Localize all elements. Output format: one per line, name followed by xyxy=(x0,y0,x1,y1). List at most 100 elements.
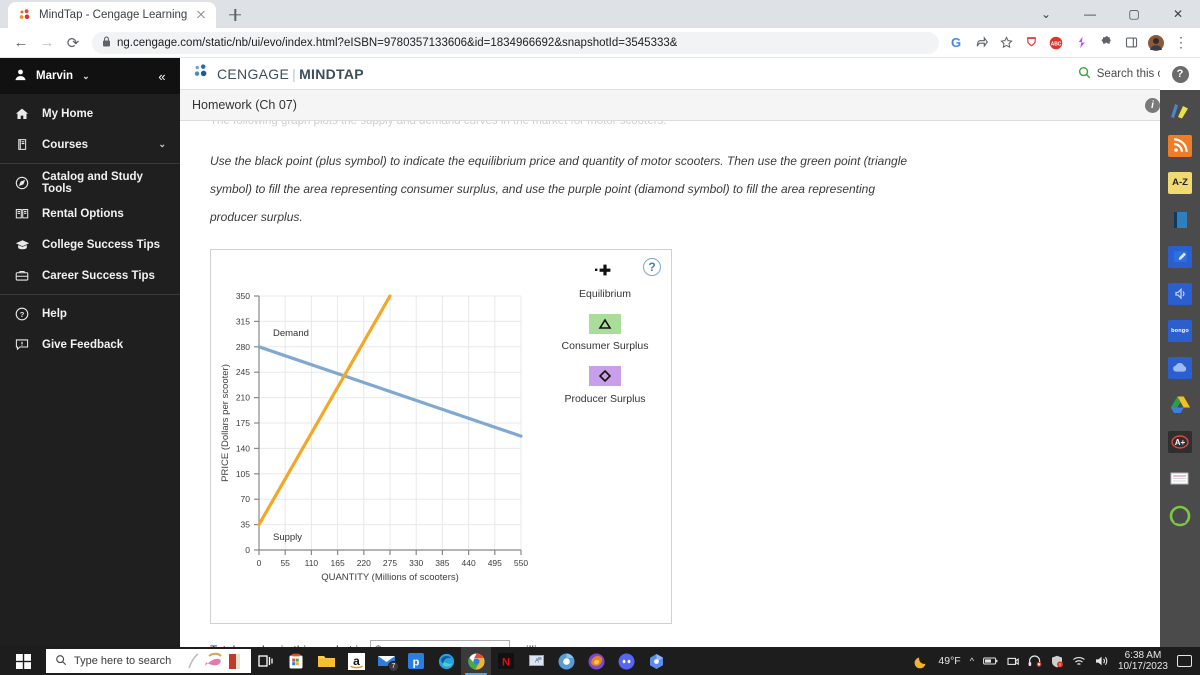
bongo-icon[interactable]: bongo xyxy=(1160,312,1200,349)
task-view-icon[interactable] xyxy=(251,647,281,675)
extensions-puzzle-icon[interactable] xyxy=(1095,32,1117,54)
sidebar-item-my-home[interactable]: My Home xyxy=(0,98,180,129)
remote-desktop-icon[interactable]: A xyxy=(521,647,551,675)
y-tick-175: 175 xyxy=(236,418,250,428)
assignment-document: The following graph plots the supply and… xyxy=(180,121,1180,647)
camera-icon[interactable] xyxy=(1007,655,1019,667)
clock-time: 6:38 AM xyxy=(1124,650,1162,661)
browser-tab[interactable]: MindTap - Cengage Learning xyxy=(8,2,217,28)
windows-taskbar: Type here to search a 7 p N A 49°F ^ ! 6… xyxy=(0,647,1200,675)
tab-close-icon[interactable] xyxy=(194,8,208,22)
x-axis-label: QUANTITY (Millions of scooters) xyxy=(321,572,459,583)
diamond-marker-icon[interactable] xyxy=(589,366,621,386)
y-tick-140: 140 xyxy=(236,443,250,453)
address-bar[interactable]: ng.cengage.com/static/nb/ui/evo/index.ht… xyxy=(92,31,939,54)
reload-icon[interactable]: ⟳ xyxy=(60,30,86,56)
back-arrow-icon[interactable]: ← xyxy=(8,30,34,56)
chromium-icon[interactable] xyxy=(551,647,581,675)
sidebar-item-career-success-tips[interactable]: Career Success Tips xyxy=(0,260,180,291)
side-panel-icon[interactable] xyxy=(1120,32,1142,54)
ebook-icon[interactable] xyxy=(1160,201,1200,238)
google-drive-icon[interactable] xyxy=(1160,386,1200,423)
rss-feed-icon[interactable] xyxy=(1160,127,1200,164)
compass-icon xyxy=(14,176,30,190)
legend-equilibrium[interactable]: Equilibrium xyxy=(541,260,669,300)
audio-reader-icon[interactable] xyxy=(1160,275,1200,312)
chevron-up-icon[interactable]: ^ xyxy=(970,656,974,666)
sidebar-item-catalog-and-study-tools[interactable]: Catalog and Study Tools xyxy=(0,167,180,198)
clock[interactable]: 6:38 AM 10/17/2023 xyxy=(1118,650,1168,672)
info-icon[interactable]: i xyxy=(1145,97,1160,113)
legend-consumer-surplus[interactable]: Consumer Surplus xyxy=(541,314,669,352)
minimize-icon[interactable]: — xyxy=(1068,0,1112,28)
y-tick-105: 105 xyxy=(236,469,250,479)
flashcards-icon[interactable] xyxy=(1160,460,1200,497)
taskbar-search-box[interactable]: Type here to search xyxy=(46,649,251,673)
legend-producer-surplus[interactable]: Producer Surplus xyxy=(541,366,669,405)
file-explorer-icon[interactable] xyxy=(311,647,341,675)
open-book-icon xyxy=(14,207,30,220)
sidebar-item-label: College Success Tips xyxy=(42,238,161,251)
rail-help-button[interactable]: ? xyxy=(1160,58,1200,90)
share-icon[interactable] xyxy=(970,32,992,54)
bookmark-star-icon[interactable] xyxy=(995,32,1017,54)
sidebar-item-courses[interactable]: Courses ⌄ xyxy=(0,129,180,160)
netflix-icon[interactable]: N xyxy=(491,647,521,675)
new-tab-icon[interactable] xyxy=(222,2,248,28)
total-surplus-input[interactable] xyxy=(370,640,511,647)
notebook-icon[interactable] xyxy=(1160,238,1200,275)
amazon-icon[interactable]: a xyxy=(341,647,371,675)
brand-mindtap: MINDTAP xyxy=(299,65,364,82)
grammarly-icon[interactable] xyxy=(1070,32,1092,54)
wifi-icon[interactable] xyxy=(1072,656,1086,667)
moon-icon[interactable] xyxy=(914,654,929,669)
microsoft-store-icon[interactable] xyxy=(281,647,311,675)
aplus-grade-icon[interactable]: A+ xyxy=(1160,423,1200,460)
brand-text: CENGAGE | MINDTAP xyxy=(217,66,364,82)
edge-dev-icon[interactable] xyxy=(641,647,671,675)
clipped-intro-text: The following graph plots the supply and… xyxy=(210,121,667,127)
sidebar-item-label: Catalog and Study Tools xyxy=(42,170,143,195)
svg-text:ABC: ABC xyxy=(1051,41,1062,47)
google-icon[interactable]: G xyxy=(945,32,967,54)
onedrive-cloud-icon[interactable] xyxy=(1160,349,1200,386)
chevron-down-icon[interactable]: ⌄ xyxy=(1024,0,1068,28)
triangle-marker-icon[interactable] xyxy=(589,314,621,334)
forward-arrow-icon[interactable]: → xyxy=(34,30,60,56)
highlighter-pen-icon[interactable] xyxy=(1160,90,1200,127)
plus-marker-icon[interactable] xyxy=(589,260,621,280)
mail-icon[interactable]: 7 xyxy=(371,647,401,675)
headset-muted-icon[interactable] xyxy=(1028,655,1042,667)
a-z-glossary-icon[interactable]: A-Z xyxy=(1160,164,1200,201)
powerpoint-icon[interactable]: p xyxy=(401,647,431,675)
chrome-menu-icon[interactable]: ⋮ xyxy=(1170,32,1192,54)
svg-text:p: p xyxy=(413,657,420,669)
brand-cengage: CENGAGE xyxy=(217,65,290,82)
y-tick-0: 0 xyxy=(245,545,250,555)
notification-icon[interactable] xyxy=(1177,655,1192,667)
adblock-icon[interactable]: ABC xyxy=(1045,32,1067,54)
google-chrome-icon[interactable] xyxy=(461,647,491,675)
brand-divider: | xyxy=(292,65,297,82)
maximize-icon[interactable]: ▢ xyxy=(1112,0,1156,28)
window-close-icon[interactable]: ✕ xyxy=(1156,0,1200,28)
sidebar-item-rental-options[interactable]: Rental Options xyxy=(0,198,180,229)
collapse-sidebar-button[interactable]: « xyxy=(144,58,180,94)
discord-icon[interactable] xyxy=(611,647,641,675)
weather-temperature[interactable]: 49°F xyxy=(938,655,960,667)
volume-icon[interactable] xyxy=(1095,655,1109,667)
extension-honey-icon[interactable] xyxy=(1020,32,1042,54)
firefox-icon[interactable] xyxy=(581,647,611,675)
sidebar-item-help[interactable]: ? Help xyxy=(0,298,180,329)
battery-icon[interactable] xyxy=(983,656,998,666)
microsoft-edge-icon[interactable] xyxy=(431,647,461,675)
windows-start-icon[interactable] xyxy=(0,647,46,675)
sidebar-item-college-success-tips[interactable]: College Success Tips xyxy=(0,229,180,260)
profile-avatar-icon[interactable] xyxy=(1145,32,1167,54)
profile-ring-icon[interactable] xyxy=(1160,497,1200,534)
sidebar-item-give-feedback[interactable]: Give Feedback xyxy=(0,329,180,360)
search-icon xyxy=(55,654,67,669)
security-alert-icon[interactable]: ! xyxy=(1051,655,1063,668)
y-axis-ticks xyxy=(254,295,259,551)
cengage-logo-icon xyxy=(193,63,210,85)
